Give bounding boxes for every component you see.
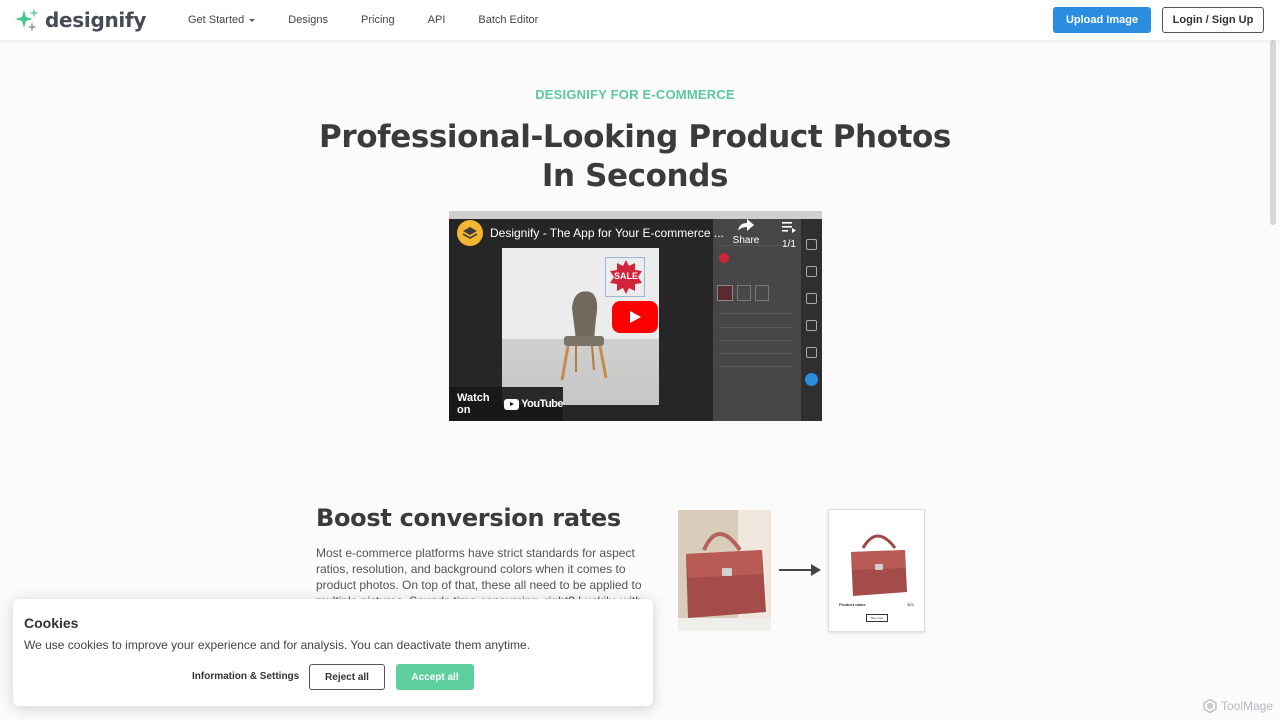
main-nav: Get Started Designs Pricing API Batch Ed… [188,0,571,40]
brand-logo[interactable]: designify [15,7,146,33]
page: designify Get Started Designs Pricing AP… [0,0,1280,720]
cookie-reject-all-button[interactable]: Reject all [309,664,385,690]
hero-eyebrow: DESIGNIFY FOR E-COMMERCE [535,87,735,102]
nav-item-label: Pricing [361,14,395,26]
playlist-count: 1/1 [782,239,796,250]
panel-divider [719,327,793,328]
share-button[interactable]: Share [731,219,761,246]
upload-image-button[interactable]: Upload Image [1053,7,1151,33]
panel-thumb [717,285,733,301]
top-navbar: designify Get Started Designs Pricing AP… [0,0,1280,40]
watch-on-youtube-button[interactable]: Watch on YouTube [449,387,563,421]
channel-avatar[interactable] [457,220,483,246]
sale-badge: SALE [609,260,643,299]
share-label: Share [732,235,760,246]
arrow-right-icon [779,563,823,582]
video-tool-rail [801,219,822,421]
video-browser-bar [449,211,822,219]
nav-item-designs[interactable]: Designs [288,14,328,26]
share-icon [738,219,754,231]
before-product-image [678,510,771,631]
download-icon [805,373,818,386]
watch-on-label: Watch on [457,392,490,416]
brand-name: designify [45,8,147,32]
caret-down-icon [249,18,256,22]
card-product-name: Product name [839,602,866,607]
handbag-image [851,534,907,596]
cookie-information-settings-link[interactable]: Information & Settings [192,671,299,682]
card-product-price: $20 [907,602,914,607]
save-icon [806,347,817,358]
cookie-accept-all-button[interactable]: Accept all [396,664,474,690]
panel-thumb [737,285,751,301]
panel-sale-icon [719,253,729,263]
panel-divider [719,353,793,354]
nav-item-label: Get Started [188,14,245,26]
nav-item-get-started[interactable]: Get Started [188,14,256,26]
nav-item-api[interactable]: API [428,14,446,26]
handbag-image [678,510,771,631]
video-title[interactable]: Designify - The App for Your E-commerce … [490,226,724,240]
youtube-logo: YouTube [504,398,563,410]
aspect-icon [806,293,817,304]
panel-thumb [755,285,769,301]
nav-item-label: Batch Editor [478,14,539,26]
nav-item-label: Designs [288,14,329,26]
playlist-button[interactable]: 1/1 [782,221,796,250]
hero-title-line-2: In Seconds [541,158,729,194]
toolmage-watermark: ToolMage [1203,699,1273,713]
panel-divider [719,313,793,314]
playlist-icon [782,222,796,233]
cookie-banner: Cookies We use cookies to improve your e… [13,599,653,706]
batch-icon [806,320,817,331]
add-icon [806,239,817,250]
nav-item-batch-editor[interactable]: Batch Editor [478,14,538,26]
feature-title: Boost conversion rates [316,504,621,532]
hero-title-line-1: Professional-Looking Product Photos [319,119,951,155]
youtube-video-embed[interactable]: Designify - The App for Your E-commerce … [449,211,822,421]
cookie-text: We use cookies to improve your experienc… [24,638,531,652]
panel-divider [719,366,793,367]
hero-title: Professional-Looking Product Photos In S… [300,118,970,196]
watermark-label: ToolMage [1221,699,1274,713]
scrollbar-thumb[interactable] [1270,40,1276,225]
nav-item-label: API [427,14,446,26]
hexagon-logo-icon [1203,699,1217,713]
cookie-title: Cookies [24,615,79,631]
layers-icon [462,227,478,239]
login-signup-button[interactable]: Login / Sign Up [1162,7,1264,33]
youtube-icon [504,398,520,410]
sparkle-icon [15,7,41,33]
play-button[interactable] [612,301,658,333]
card-product-image [839,520,915,600]
nav-item-pricing[interactable]: Pricing [361,14,395,26]
elements-icon [806,266,817,277]
youtube-wordmark: YouTube [521,398,563,410]
panel-divider [719,340,793,341]
sale-badge-text: SALE [613,271,638,281]
after-product-card: Product name $20 Buy now [828,509,925,632]
play-icon [630,311,641,323]
card-buy-button: Buy now [866,614,888,622]
